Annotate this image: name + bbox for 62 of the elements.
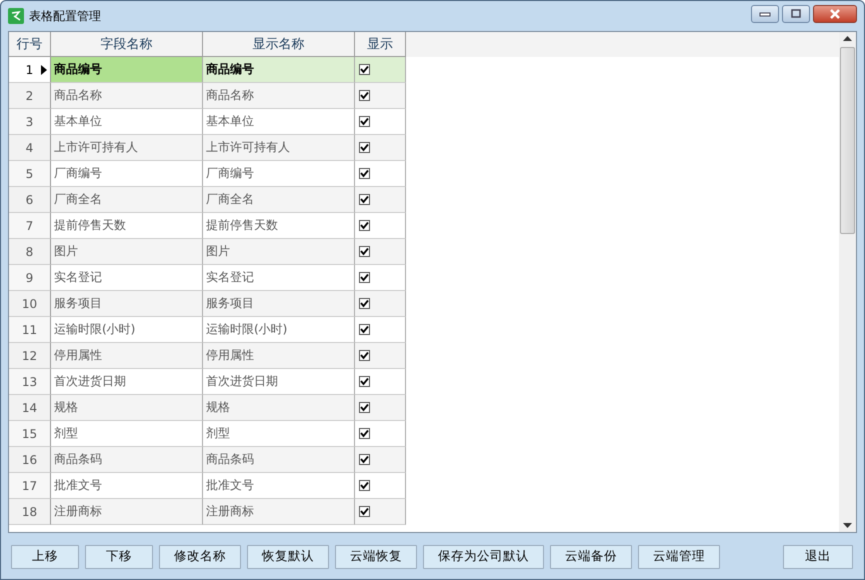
action-button[interactable]: 下移: [85, 544, 153, 568]
table-cell: 商品编号: [51, 57, 203, 83]
action-button[interactable]: 云端备份: [550, 544, 632, 568]
close-icon: [828, 9, 842, 19]
scroll-down-icon[interactable]: [843, 523, 852, 528]
row-header[interactable]: 4: [9, 135, 51, 161]
checkbox[interactable]: [359, 64, 370, 75]
action-button[interactable]: 上移: [11, 544, 79, 568]
checkbox[interactable]: [359, 194, 370, 205]
checkbox[interactable]: [359, 272, 370, 283]
checkbox[interactable]: [359, 116, 370, 127]
row-header[interactable]: 18: [9, 499, 51, 525]
checkbox[interactable]: [359, 90, 370, 101]
minimize-icon: [759, 11, 771, 17]
checkbox[interactable]: [359, 220, 370, 231]
row-header[interactable]: 5: [9, 161, 51, 187]
row-header[interactable]: 16: [9, 447, 51, 473]
action-button[interactable]: 恢复默认: [247, 544, 329, 568]
checkbox[interactable]: [359, 454, 370, 465]
vertical-scrollbar[interactable]: [839, 32, 856, 532]
checkbox[interactable]: [359, 428, 370, 439]
row-header[interactable]: 10: [9, 291, 51, 317]
action-button[interactable]: 修改名称: [159, 544, 241, 568]
action-button[interactable]: 云端管理: [638, 544, 720, 568]
row-pointer-icon: [41, 65, 47, 75]
maximize-button[interactable]: [782, 5, 810, 23]
row-header[interactable]: 1: [9, 57, 51, 83]
checkbox[interactable]: [359, 402, 370, 413]
row-header[interactable]: 7: [9, 213, 51, 239]
checkbox[interactable]: [359, 376, 370, 387]
row-header[interactable]: 13: [9, 369, 51, 395]
checkbox[interactable]: [359, 298, 370, 309]
row-header[interactable]: 2: [9, 83, 51, 109]
maximize-icon: [790, 9, 802, 19]
checkbox[interactable]: [359, 142, 370, 153]
table-cell: 商品编号: [203, 57, 355, 83]
window-title: 表格配置管理: [29, 8, 101, 24]
row-header[interactable]: 3: [9, 109, 51, 135]
row-header[interactable]: 15: [9, 421, 51, 447]
checkbox[interactable]: [359, 350, 370, 361]
app-icon: [8, 8, 24, 24]
checkbox[interactable]: [359, 168, 370, 179]
scroll-up-icon[interactable]: [843, 36, 852, 41]
table-cell: 注册商标: [203, 499, 355, 525]
row-header[interactable]: 17: [9, 473, 51, 499]
row-header[interactable]: 14: [9, 395, 51, 421]
row-header[interactable]: 8: [9, 239, 51, 265]
checkbox[interactable]: [359, 506, 370, 517]
exit-button[interactable]: 退出: [783, 544, 853, 568]
scrollbar-thumb[interactable]: [840, 47, 855, 234]
row-header[interactable]: 6: [9, 187, 51, 213]
checkbox[interactable]: [359, 324, 370, 335]
minimize-button[interactable]: [751, 5, 779, 23]
row-header[interactable]: 9: [9, 265, 51, 291]
close-button[interactable]: [813, 5, 857, 23]
action-button[interactable]: 保存为公司默认: [423, 544, 544, 568]
checkbox[interactable]: [359, 480, 370, 491]
checkbox[interactable]: [359, 246, 370, 257]
row-header[interactable]: 12: [9, 343, 51, 369]
action-button[interactable]: 云端恢复: [335, 544, 417, 568]
row-header[interactable]: 11: [9, 317, 51, 343]
table-cell: 注册商标: [51, 499, 203, 525]
